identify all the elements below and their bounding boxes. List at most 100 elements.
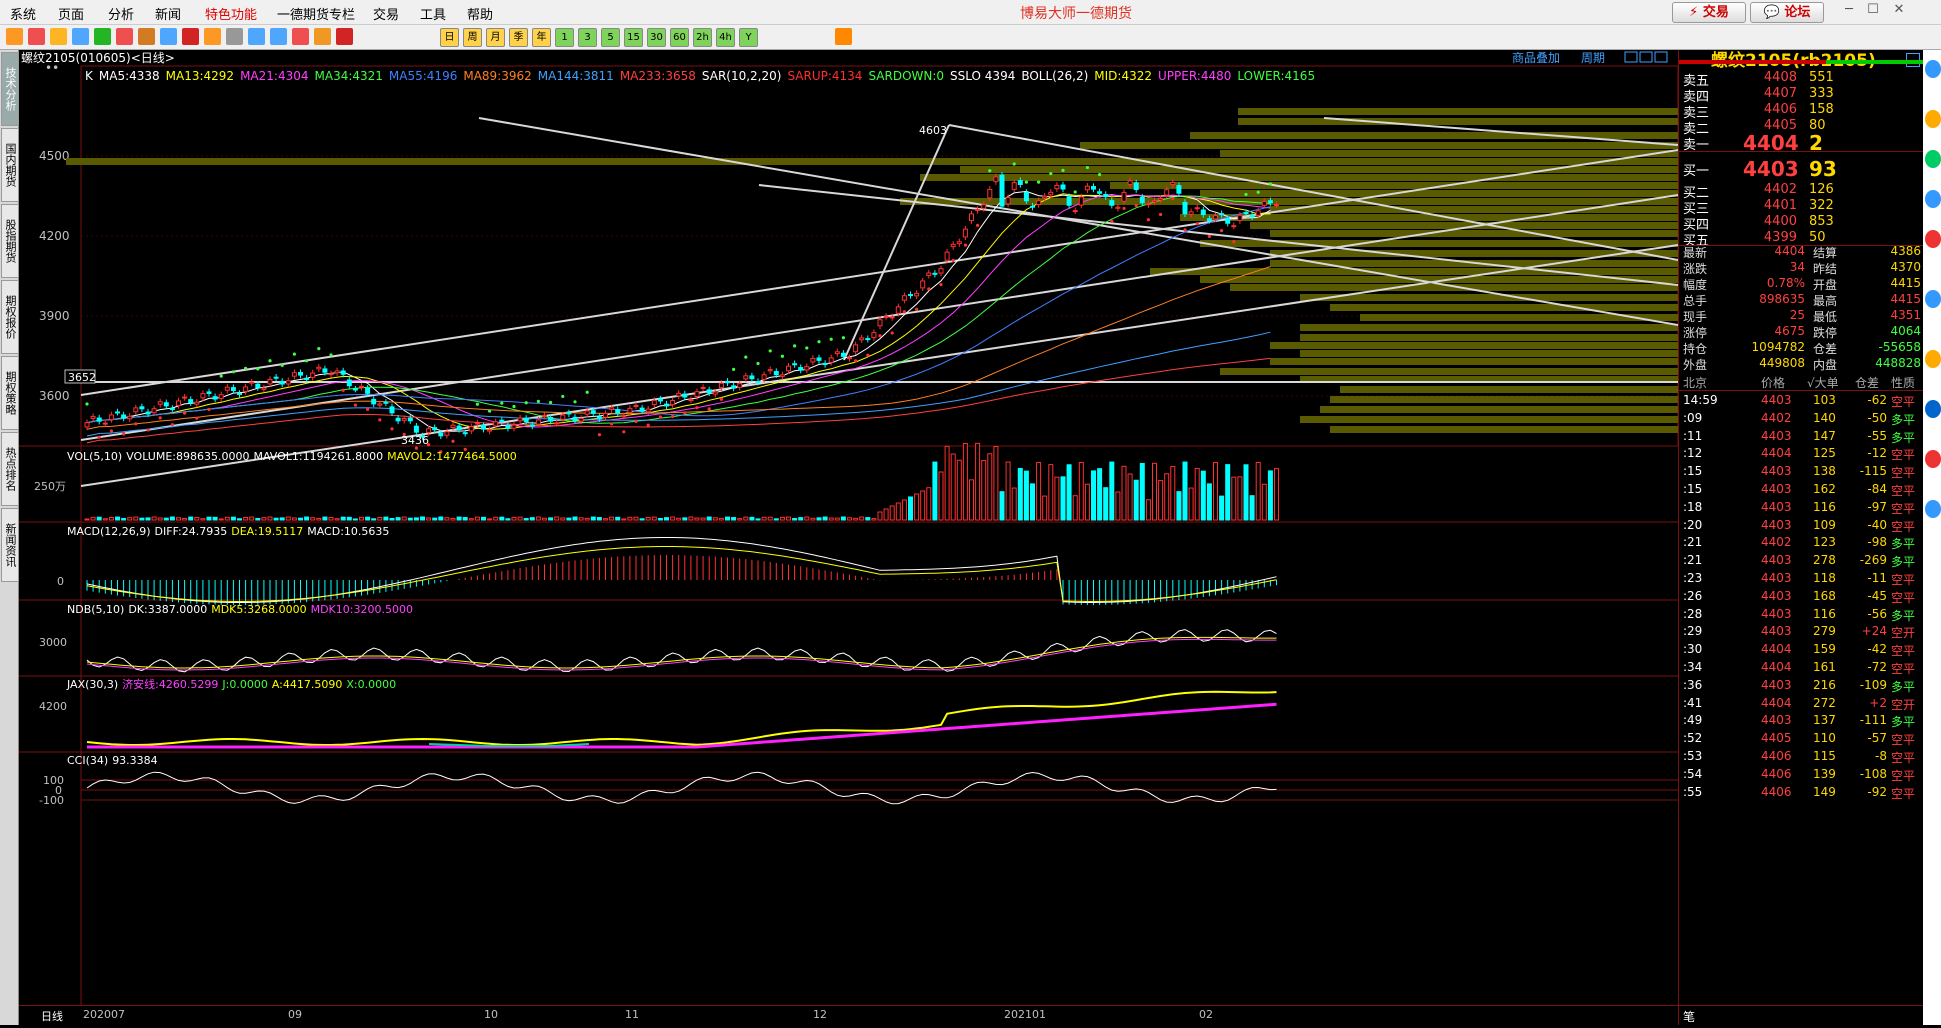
tick-nature: 空平: [1891, 662, 1916, 676]
period-button[interactable]: 2h: [693, 28, 712, 47]
tick-tab[interactable]: 笔: [1683, 1008, 1695, 1025]
menu-analysis[interactable]: 分析: [108, 4, 134, 23]
window-icon[interactable]: [1654, 51, 1668, 63]
app-title: 博易大师一德期货: [1020, 6, 1132, 22]
period-button[interactable]: 季: [509, 28, 528, 47]
app-icon[interactable]: [1925, 150, 1941, 168]
tick-volume: 161: [1813, 660, 1836, 674]
list-icon[interactable]: [226, 28, 243, 45]
tick-price: 4403: [1761, 428, 1792, 443]
tab-hot-ranking[interactable]: 热点排名: [1, 432, 19, 506]
tick-price: 4403: [1761, 464, 1792, 479]
period-button[interactable]: 30: [647, 28, 666, 47]
tick-price: 4403: [1761, 713, 1792, 728]
tick-time: :12: [1683, 446, 1703, 461]
tick-price: 4404: [1761, 695, 1792, 710]
period-button[interactable]: 1: [555, 28, 574, 47]
tab-option-strategy[interactable]: 期权策略: [1, 356, 19, 430]
app-icon[interactable]: [1925, 190, 1941, 208]
chart-icon[interactable]: [204, 28, 221, 45]
app-icon[interactable]: [1925, 230, 1941, 248]
chart-area[interactable]: 螺纹2105(010605)<日线> 商品叠加 周期 K MA5:4338 MA13…: [19, 50, 1679, 1025]
brush-icon[interactable]: [160, 28, 177, 45]
zoom-icon[interactable]: [1624, 51, 1638, 63]
menu-trade[interactable]: 交易: [373, 4, 399, 23]
period-button[interactable]: Y: [739, 28, 758, 47]
period-button[interactable]: 4h: [716, 28, 735, 47]
menu-column[interactable]: 一德期货专栏: [277, 4, 355, 23]
grid-icon[interactable]: [292, 28, 309, 45]
back-icon[interactable]: [314, 28, 331, 45]
line-chart-icon[interactable]: [248, 28, 265, 45]
close-icon[interactable]: ✕: [1888, 2, 1910, 20]
pen-icon[interactable]: [138, 28, 155, 45]
bid-row[interactable]: 买一 4403 93: [1679, 157, 1924, 181]
menu-news[interactable]: 新闻: [155, 4, 181, 23]
overlay-link[interactable]: 商品叠加: [1512, 50, 1560, 65]
menu-system[interactable]: 系统: [10, 4, 36, 23]
tick-nature: 空平: [1891, 644, 1916, 659]
period-button[interactable]: 15: [624, 28, 643, 47]
period-button[interactable]: 月: [486, 28, 505, 47]
tab-technical-analysis[interactable]: 技术分析: [1, 52, 19, 126]
menu-page[interactable]: 页面: [58, 4, 84, 23]
app-icon[interactable]: [1925, 110, 1941, 128]
app-icon[interactable]: [1925, 350, 1941, 368]
zoom-in-icon[interactable]: [94, 28, 111, 45]
stat-value: 4370: [1890, 260, 1921, 274]
tick-nature: 空开: [1891, 626, 1916, 641]
folder-icon[interactable]: [50, 28, 67, 45]
filter-icon[interactable]: [182, 28, 199, 45]
maximize-icon[interactable]: ☐: [1862, 2, 1884, 20]
period-button[interactable]: 60: [670, 28, 689, 47]
period-button[interactable]: 年: [532, 28, 551, 47]
app-icon[interactable]: [1925, 400, 1941, 418]
layout-icon[interactable]: [1639, 51, 1653, 63]
tab-domestic-futures[interactable]: 国内期货: [1, 128, 19, 202]
period-link[interactable]: 周期: [1581, 51, 1605, 65]
refresh-icon[interactable]: [72, 28, 89, 45]
calculator-icon[interactable]: [835, 28, 852, 45]
home-icon[interactable]: [28, 28, 45, 45]
minimize-icon[interactable]: ─: [1838, 2, 1860, 20]
trade-button[interactable]: ⚡ 交易: [1672, 2, 1746, 23]
tick-nature: 多平: [1891, 412, 1916, 427]
tab-option-quotes[interactable]: 期权报价: [1, 280, 19, 354]
tick-time: :29: [1683, 624, 1703, 639]
app-icon[interactable]: [1925, 290, 1941, 308]
tick-nature: 空开: [1891, 697, 1916, 712]
tab-index-futures[interactable]: 股指期货: [1, 204, 19, 278]
tick-volume: 110: [1813, 731, 1836, 746]
tick-nature: 多平: [1891, 555, 1916, 570]
tick-time: :21: [1683, 553, 1703, 568]
menu-help[interactable]: 帮助: [467, 4, 493, 23]
ndb-legend: NDB(5,10) DK:3387.0000 MDK5:3268.0000 MDK10…: [67, 603, 413, 616]
period-button[interactable]: 5: [601, 28, 620, 47]
app-icon[interactable]: [1925, 450, 1941, 468]
candle-icon[interactable]: [270, 28, 287, 45]
tab-news[interactable]: 新闻资讯: [1, 508, 19, 582]
period-button[interactable]: 周: [463, 28, 482, 47]
period-button[interactable]: 日: [440, 28, 459, 47]
zoom-out-icon[interactable]: [116, 28, 133, 45]
date-label: 202007: [83, 1008, 125, 1021]
tick-price: 4403: [1761, 482, 1792, 496]
price-axis-3900: 3900: [39, 309, 70, 323]
stat-value: 898635: [1759, 292, 1805, 306]
tick-volume: 162: [1813, 482, 1836, 496]
tick-volume: 140: [1813, 410, 1836, 425]
tick-oi-change: -97: [1867, 499, 1887, 514]
menu-tools[interactable]: 工具: [420, 4, 446, 23]
back-icon[interactable]: [6, 28, 23, 45]
home-icon[interactable]: [336, 28, 353, 45]
kline-chart[interactable]: 螺纹2105(010605)<日线> 商品叠加 周期 K MA5:4338 MA13…: [19, 50, 1679, 1025]
period-label[interactable]: 日线: [41, 1008, 63, 1024]
stat-label: 昨结: [1813, 262, 1838, 276]
app-icon[interactable]: [1925, 60, 1941, 78]
tick-nature: 空平: [1891, 501, 1916, 516]
menu-features[interactable]: 特色功能: [205, 4, 257, 23]
forum-button[interactable]: 💬 论坛: [1750, 2, 1824, 23]
app-icon[interactable]: [1925, 500, 1941, 518]
period-button[interactable]: 3: [578, 28, 597, 47]
tick-volume: 137: [1813, 713, 1836, 728]
